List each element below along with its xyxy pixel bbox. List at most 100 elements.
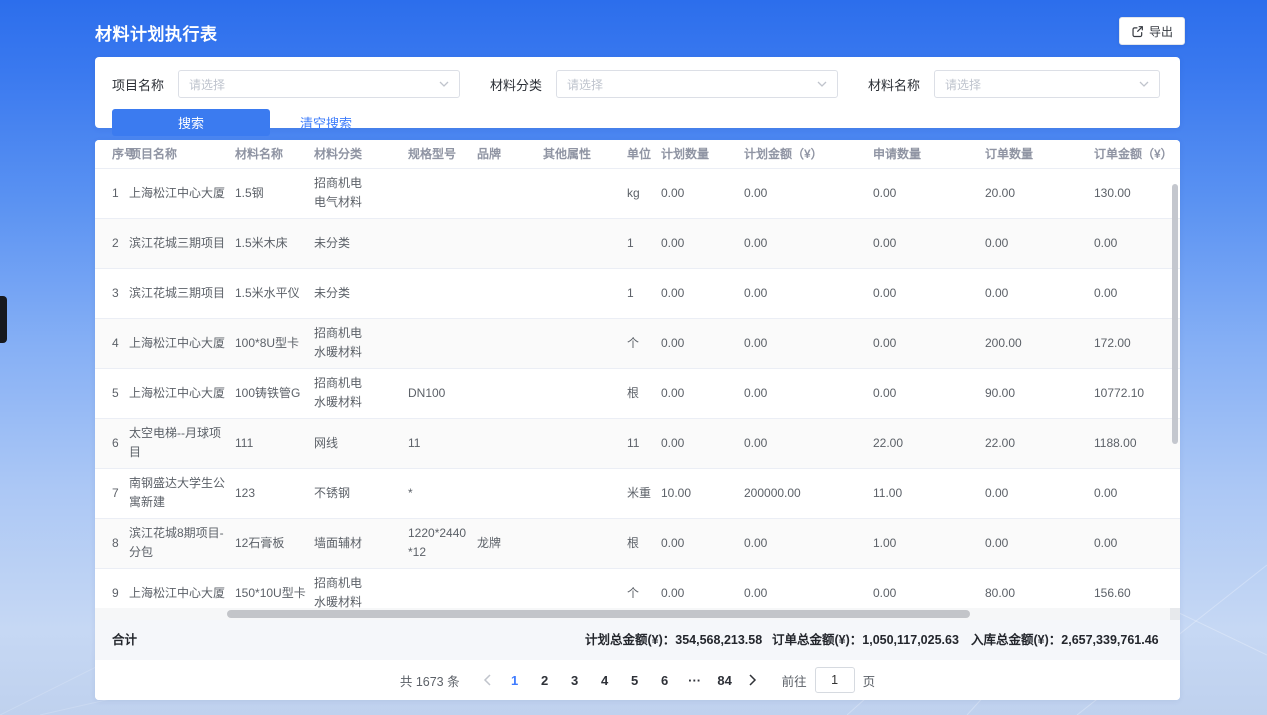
page-number-1[interactable]: 1 (500, 673, 530, 688)
horizontal-scrollbar-track (95, 608, 1180, 620)
goto-page-input[interactable] (815, 667, 855, 693)
cell-material-name: 1.5米木床 (235, 218, 314, 268)
goto-page-suffix: 页 (863, 671, 876, 690)
cell-applied-qty: 0.00 (873, 568, 985, 608)
export-button[interactable]: 导出 (1119, 17, 1185, 45)
cell-unit: 根 (627, 368, 661, 418)
inbound-total-amount: 入库总金额(¥)：2,657,339,761.46 (971, 620, 1159, 660)
chevron-right-icon (749, 674, 757, 686)
cell-applied-qty: 11.00 (873, 468, 985, 518)
cell-material-name: 100铸铁管G (235, 368, 314, 418)
cell-spec-model (408, 168, 477, 218)
filter-group-category: 材料分类 请选择 (490, 70, 838, 98)
cell-order-qty: 20.00 (985, 168, 1094, 218)
cell-spec-model: DN100 (408, 368, 477, 418)
summary-total-label: 合计 (112, 620, 137, 660)
material-name-placeholder: 请选择 (945, 76, 981, 93)
cell-unit: 个 (627, 318, 661, 368)
table-row: 5上海松江中心大厦100铸铁管G招商机电 水暖材料DN100根0.000.000… (95, 368, 1180, 418)
cell-index: 5 (95, 368, 129, 418)
cell-material-category: 招商机电 水暖材料 (314, 318, 408, 368)
summary-row: 合计 计划总金额(¥)：354,568,213.58 订单总金额(¥)：1,05… (95, 620, 1180, 660)
cell-planned-qty: 0.00 (661, 268, 744, 318)
cell-applied-qty: 22.00 (873, 418, 985, 468)
cell-material-name: 123 (235, 468, 314, 518)
cell-material-category: 未分类 (314, 218, 408, 268)
page-number-4[interactable]: 4 (590, 673, 620, 688)
cell-project-name: 滨江花城8期项目-分包 (129, 518, 235, 568)
search-button[interactable]: 搜索 (112, 109, 270, 136)
cell-planned-amount: 0.00 (744, 418, 873, 468)
col-planned-qty: 计划数量 (661, 140, 744, 168)
goto-label: 前往 (782, 671, 807, 690)
table-row: 2滨江花城三期项目1.5米木床未分类10.000.000.000.000.00 (95, 218, 1180, 268)
vertical-scrollbar-thumb[interactable] (1172, 184, 1178, 444)
col-material-name: 材料名称 (235, 140, 314, 168)
col-order-qty: 订单数量 (985, 140, 1094, 168)
left-drawer-handle[interactable] (0, 296, 7, 343)
filter-group-material: 材料名称 请选择 (868, 70, 1160, 98)
chevron-down-icon (439, 81, 449, 87)
cell-planned-qty: 0.00 (661, 218, 744, 268)
cell-order-amount: 0.00 (1094, 268, 1180, 318)
cell-index: 7 (95, 468, 129, 518)
clear-search-link[interactable]: 清空搜索 (300, 113, 352, 132)
cell-project-name: 滨江花城三期项目 (129, 218, 235, 268)
cell-material-name: 150*10U型卡 (235, 568, 314, 608)
page-title: 材料计划执行表 (95, 20, 218, 45)
next-page-button[interactable] (740, 667, 766, 693)
material-plan-table: 序号项目名称材料名称材料分类规格型号品牌其他属性单位计划数量计划金额（¥）申请数… (95, 140, 1180, 608)
cell-applied-qty: 0.00 (873, 218, 985, 268)
page-background: { "page": { "title": "材料计划执行表", "export_… (0, 0, 1267, 715)
table-row: 8滨江花城8期项目-分包12石膏板墙面辅材1220*2440*12龙牌根0.00… (95, 518, 1180, 568)
cell-material-category: 招商机电 电气材料 (314, 168, 408, 218)
cell-spec-model: 1220*2440*12 (408, 518, 477, 568)
horizontal-scrollbar-thumb[interactable] (227, 610, 970, 618)
cell-order-amount: 156.60 (1094, 568, 1180, 608)
cell-unit: 米重 (627, 468, 661, 518)
cell-planned-amount: 0.00 (744, 268, 873, 318)
export-icon (1131, 25, 1144, 38)
page-ellipsis[interactable]: ··· (680, 673, 710, 688)
cell-order-amount: 1188.00 (1094, 418, 1180, 468)
material-name-select[interactable]: 请选择 (934, 70, 1160, 98)
cell-spec-model (408, 218, 477, 268)
cell-planned-qty: 0.00 (661, 418, 744, 468)
table-row: 9上海松江中心大厦150*10U型卡招商机电 水暖材料个0.000.000.00… (95, 568, 1180, 608)
cell-brand (477, 268, 543, 318)
project-name-select[interactable]: 请选择 (178, 70, 460, 98)
cell-order-amount: 0.00 (1094, 468, 1180, 518)
material-category-label: 材料分类 (490, 75, 542, 94)
cell-material-category: 墙面辅材 (314, 518, 408, 568)
col-material-category: 材料分类 (314, 140, 408, 168)
filter-group-project: 项目名称 请选择 (112, 70, 460, 98)
cell-unit: 个 (627, 568, 661, 608)
cell-material-category: 未分类 (314, 268, 408, 318)
project-name-placeholder: 请选择 (189, 76, 225, 93)
cell-brand (477, 368, 543, 418)
page-number-2[interactable]: 2 (530, 673, 560, 688)
cell-spec-model: * (408, 468, 477, 518)
table-row: 1上海松江中心大厦1.5钢招商机电 电气材料kg0.000.000.0020.0… (95, 168, 1180, 218)
cell-index: 1 (95, 168, 129, 218)
cell-order-qty: 80.00 (985, 568, 1094, 608)
material-category-select[interactable]: 请选择 (556, 70, 838, 98)
page-number-3[interactable]: 3 (560, 673, 590, 688)
cell-material-name: 1.5钢 (235, 168, 314, 218)
cell-applied-qty: 0.00 (873, 368, 985, 418)
cell-unit: 11 (627, 418, 661, 468)
page-number-5[interactable]: 5 (620, 673, 650, 688)
cell-planned-amount: 0.00 (744, 568, 873, 608)
cell-order-qty: 90.00 (985, 368, 1094, 418)
page-number-84[interactable]: 84 (710, 673, 740, 688)
cell-planned-qty: 0.00 (661, 568, 744, 608)
cell-other-attrs (543, 318, 627, 368)
cell-brand: 龙牌 (477, 518, 543, 568)
cell-index: 2 (95, 218, 129, 268)
filter-card: 项目名称 请选择 材料分类 请选择 材料名称 请选择 搜索 清空搜索 (95, 57, 1180, 128)
cell-other-attrs (543, 568, 627, 608)
prev-page-button[interactable] (474, 667, 500, 693)
page-number-6[interactable]: 6 (650, 673, 680, 688)
cell-applied-qty: 0.00 (873, 268, 985, 318)
cell-material-category: 招商机电 水暖材料 (314, 568, 408, 608)
